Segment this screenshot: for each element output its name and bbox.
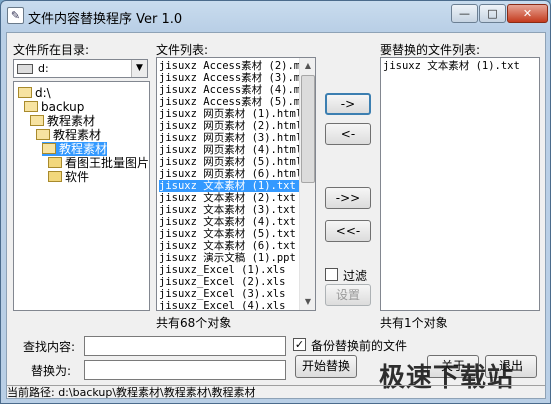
file-list[interactable]: jisuxz_Excel (4).xls jisuxz_Excel (3).xls… (156, 57, 316, 311)
list-item[interactable]: jisuxz Access素材 (2).mdb (159, 60, 313, 72)
status-bar: 当前路径: d:\backup\教程素材\教程素材\教程素材 (7, 385, 545, 399)
list-item[interactable]: jisuxz 网页素材 (4).html (159, 144, 302, 156)
directory-label: 文件所在目录: (13, 43, 90, 57)
add-all-button[interactable]: ->> (325, 187, 371, 209)
find-label: 查找内容: (23, 340, 76, 354)
list-item[interactable]: jisuxz 演示文稿 (1).ppt (159, 252, 299, 264)
backup-label: 备份替换前的文件 (311, 339, 408, 353)
list-item[interactable]: jisuxz_Excel (3).xls (159, 288, 299, 300)
tree-item[interactable]: 教程素材 (42, 142, 108, 156)
folder-icon (48, 157, 62, 168)
title-bar[interactable]: ✎ 文件内容替换程序 Ver 1.0 — □ ✕ (1, 1, 550, 31)
drive-value: d: (38, 62, 49, 75)
list-item[interactable]: jisuxz 文本素材 (3).txt (159, 204, 299, 216)
list-item[interactable]: jisuxz Access素材 (3).mdb (159, 72, 313, 84)
tree-item[interactable]: 看图王批量图片转 (48, 156, 150, 170)
scroll-up-icon[interactable]: ▲ (300, 58, 315, 74)
list-item[interactable]: jisuxz_Excel (1).xls (159, 264, 299, 276)
tree-item-label: 看图王批量图片转 (65, 156, 150, 170)
current-path: 当前路径: d:\backup\教程素材\教程素材\教程素材 (7, 386, 256, 399)
tree-item-label: d:\ (35, 86, 51, 100)
chevron-down-icon[interactable]: ▼ (131, 60, 147, 77)
tree-item[interactable]: 教程素材 (30, 114, 95, 128)
file-list-scrollbar[interactable]: ▲ ▼ (299, 58, 315, 310)
folder-icon (48, 171, 62, 182)
drive-icon (17, 64, 33, 74)
backup-checkbox[interactable]: ✓ (293, 338, 306, 351)
tree-item[interactable]: backup (24, 100, 84, 114)
list-item[interactable]: jisuxz 文本素材 (1).txt (159, 180, 299, 192)
list-item[interactable]: jisuxz 文本素材 (1).txt (383, 60, 520, 72)
replace-count: 共有1个对象 (380, 316, 448, 330)
tree-item-label: backup (41, 100, 85, 114)
tree-item[interactable]: 教程素材 (36, 128, 101, 142)
remove-one-button[interactable]: <- (325, 123, 371, 145)
list-item[interactable]: jisuxz 网页素材 (3).html (159, 132, 302, 144)
directory-tree[interactable]: d:\backup教程素材教程素材教程素材看图王批量图片转软件 (13, 81, 150, 311)
replace-list-label: 要替换的文件列表: (380, 43, 481, 57)
file-count: 共有68个对象 (156, 316, 232, 330)
drive-select[interactable]: d: ▼ (13, 59, 148, 78)
list-item[interactable]: jisuxz Access素材 (4).mdb (159, 84, 313, 96)
list-item[interactable]: jisuxz Access素材 (5).mdb (159, 96, 313, 108)
tree-item[interactable]: 软件 (48, 170, 89, 184)
app-window: ✎ 文件内容替换程序 Ver 1.0 — □ ✕ 文件所在目录: d: ▼ d:… (0, 0, 551, 404)
folder-icon (30, 115, 44, 126)
folder-icon (18, 87, 32, 98)
add-one-button[interactable]: -> (325, 93, 371, 115)
list-item[interactable]: jisuxz 网页素材 (1).html (159, 108, 302, 120)
close-button[interactable]: ✕ (507, 4, 548, 23)
remove-all-button[interactable]: <<- (325, 220, 371, 242)
list-item[interactable]: jisuxz 文本素材 (6).txt (159, 240, 299, 252)
tree-item-label: 软件 (65, 170, 90, 184)
list-item[interactable]: jisuxz 文本素材 (5).txt (159, 228, 299, 240)
filter-label: 过滤 (343, 269, 368, 283)
list-item[interactable]: jisuxz 文本素材 (4).txt (159, 216, 299, 228)
folder-icon (42, 143, 56, 154)
replace-label: 替换为: (31, 364, 72, 378)
filter-checkbox[interactable] (325, 268, 338, 281)
folder-icon (36, 129, 50, 140)
list-item[interactable]: jisuxz 网页素材 (6).html (159, 168, 302, 180)
find-input[interactable] (84, 336, 286, 356)
list-item[interactable]: jisuxz 网页素材 (2).html (159, 120, 302, 132)
minimize-button[interactable]: — (451, 4, 478, 23)
list-item[interactable]: jisuxz 网页素材 (5).html (159, 156, 302, 168)
tree-item-label: 教程素材 (59, 142, 108, 156)
replace-input[interactable] (84, 360, 286, 380)
file-list-label: 文件列表: (156, 43, 209, 57)
list-item[interactable]: jisuxz_Excel (4).xls (159, 300, 299, 310)
scroll-thumb[interactable] (301, 75, 315, 183)
client-area: 文件所在目录: d: ▼ d:\ backup 教程素材 教程素材 教程素材 看图王批量图… (6, 32, 546, 399)
maximize-button[interactable]: □ (479, 4, 506, 23)
settings-button[interactable]: 设置 (325, 284, 371, 306)
scroll-down-icon[interactable]: ▼ (300, 294, 315, 310)
tree-item-label: 教程素材 (53, 128, 102, 142)
app-icon: ✎ (7, 7, 24, 24)
list-item[interactable]: jisuxz_Excel (2).xls (159, 276, 299, 288)
start-replace-button[interactable]: 开始替换 (295, 355, 357, 378)
tree-item[interactable]: d:\ (18, 86, 51, 100)
folder-icon (24, 101, 38, 112)
list-item[interactable]: jisuxz 文本素材 (2).txt (159, 192, 299, 204)
replace-file-list[interactable]: jisuxz 文本素材 (1).txt (380, 57, 540, 311)
tree-item-label: 教程素材 (47, 114, 96, 128)
window-title: 文件内容替换程序 Ver 1.0 (28, 12, 183, 27)
